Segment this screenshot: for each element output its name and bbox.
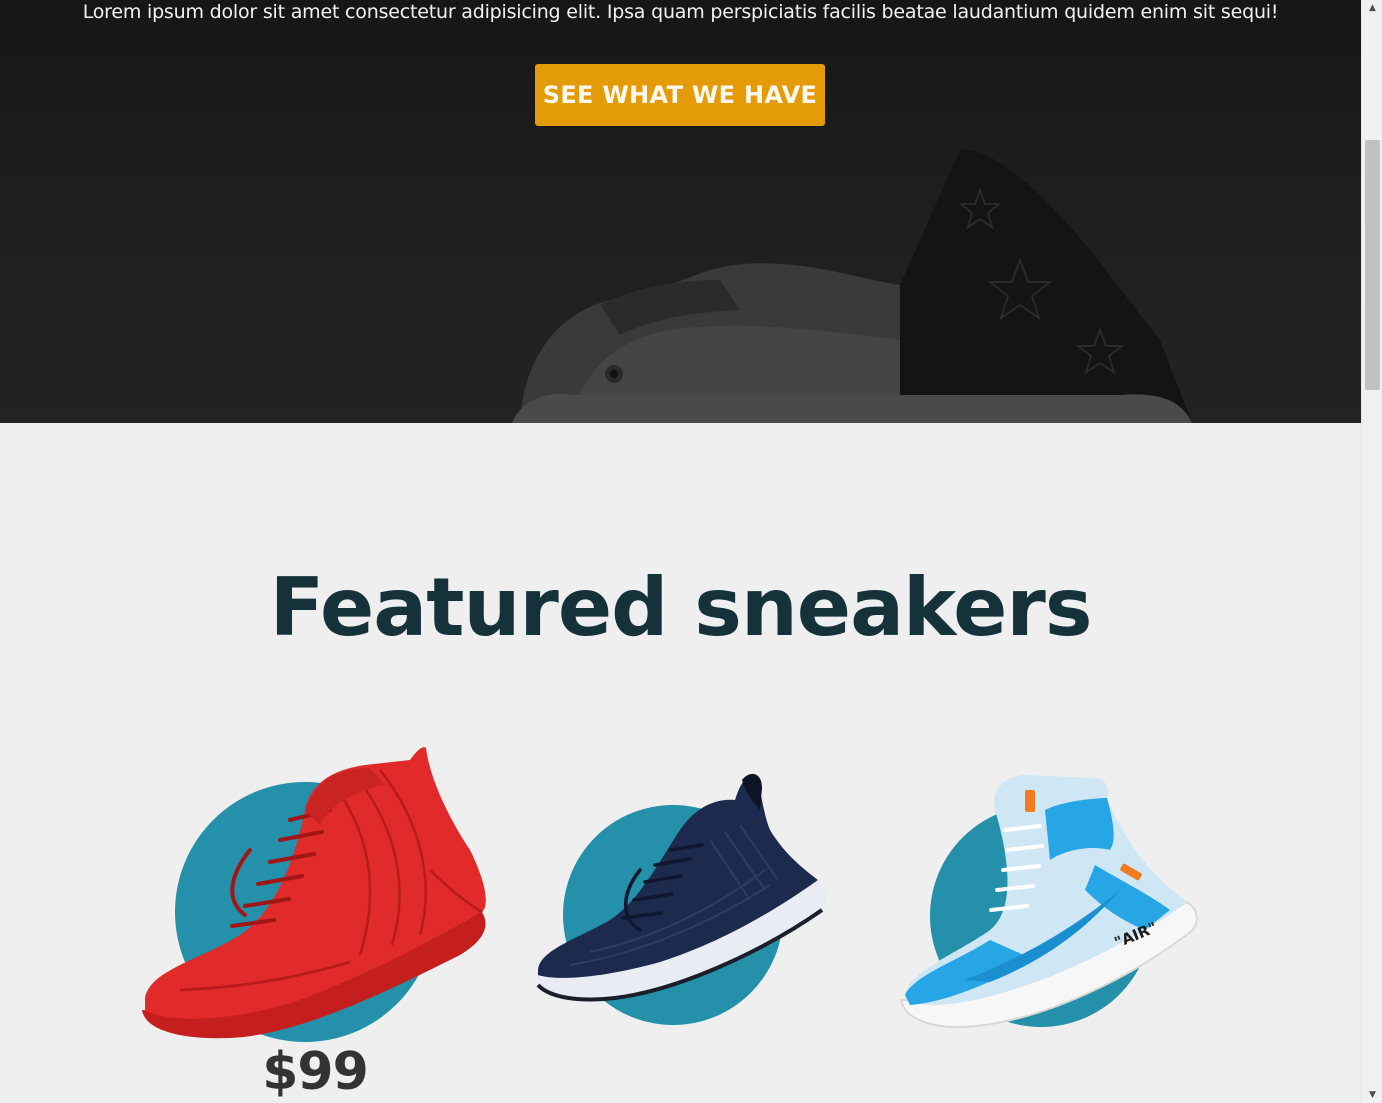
hero-description: Lorem ipsum dolor sit amet consectetur a… <box>82 1 1279 23</box>
product-price: $99 <box>262 1042 369 1102</box>
scroll-thumb[interactable] <box>1365 140 1380 390</box>
page-scrollbar[interactable]: ▲ ▼ <box>1361 0 1382 1103</box>
product-card-red-sneaker[interactable]: $99 <box>130 740 500 1102</box>
see-what-we-have-button[interactable]: SEE WHAT WE HAVE <box>535 64 825 126</box>
red-sneaker-image <box>142 747 486 1039</box>
hero-shoe-image <box>512 149 1193 423</box>
featured-sneakers-heading: Featured sneakers <box>269 561 1093 654</box>
product-card-navy-running-shoe[interactable] <box>530 770 830 1030</box>
hero-section: Lorem ipsum dolor sit amet consectetur a… <box>0 0 1361 423</box>
blue-high-top-sneaker-image: "AIR" <box>899 775 1198 1028</box>
scroll-down-arrow-icon[interactable]: ▼ <box>1362 1087 1382 1103</box>
product-card-blue-high-top-sneaker[interactable]: "AIR" <box>895 770 1205 1035</box>
scroll-up-arrow-icon[interactable]: ▲ <box>1362 0 1382 16</box>
page: Lorem ipsum dolor sit amet consectetur a… <box>0 0 1361 1103</box>
navy-running-shoe-image <box>536 773 827 1002</box>
